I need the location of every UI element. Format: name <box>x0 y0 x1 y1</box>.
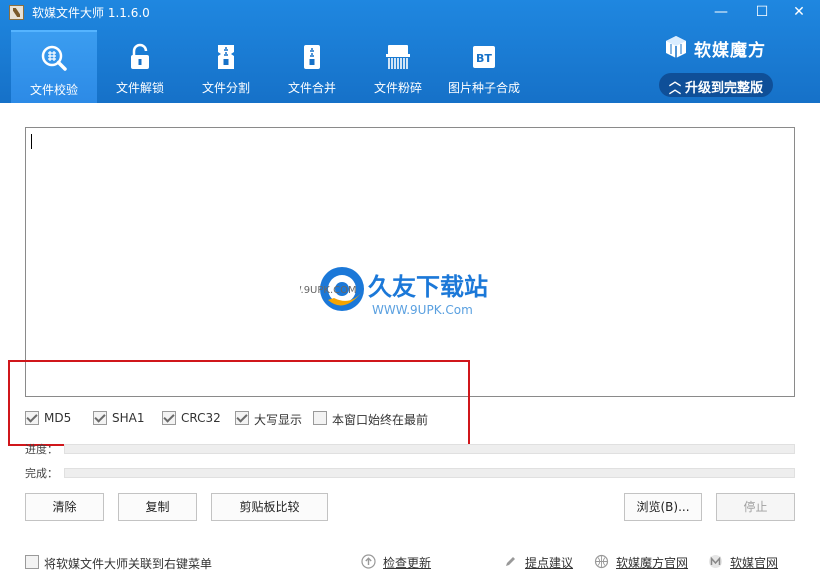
checkbox-box[interactable] <box>313 411 327 425</box>
checkbox-label: CRC32 <box>181 411 221 425</box>
brand: 软媒魔方 <box>660 34 780 61</box>
link-label: 软媒官网 <box>730 556 779 570</box>
progress-bar <box>64 444 795 454</box>
svg-text:BT: BT <box>476 52 492 65</box>
watermark-url-left: WWW.9UPK.COM <box>300 285 357 296</box>
tab-file-verify[interactable]: 文件校验 <box>11 30 97 103</box>
text-caret <box>31 134 32 149</box>
checkbox-box[interactable] <box>162 411 176 425</box>
pencil-icon <box>506 557 515 566</box>
maximize-button[interactable]: ☐ <box>748 2 776 22</box>
double-chevron-up-icon: ︿ ︿ <box>669 74 682 96</box>
progress-label: 进度： <box>25 443 58 456</box>
link-label: 提点建议 <box>525 556 574 570</box>
zip-split-icon <box>218 45 234 69</box>
cube-logo-icon <box>666 36 686 58</box>
tab-file-shred[interactable]: 文件粉碎 <box>355 30 441 103</box>
tab-label: 文件分割 <box>201 81 250 95</box>
arrow-up-circle-icon <box>361 554 376 569</box>
window-title: 软媒文件大师 1.1.6.0 <box>32 6 150 20</box>
tab-file-split[interactable]: 文件分割 <box>183 30 269 103</box>
copy-button[interactable]: 复制 <box>118 493 197 521</box>
close-button[interactable]: ✕ <box>785 2 813 22</box>
clear-button[interactable]: 清除 <box>25 493 104 521</box>
watermark-title: 久友下载站 <box>368 273 488 301</box>
clipboard-compare-button[interactable]: 剪贴板比较 <box>211 493 328 521</box>
tab-label: 文件粉碎 <box>373 81 422 95</box>
done-label: 完成： <box>25 467 58 480</box>
watermark-logo: WWW.9UPK.COM 久友下载站 WWW.9UPK.Com <box>300 248 525 330</box>
bt-icon: BT <box>473 46 495 68</box>
checkbox-label: 将软媒文件大师关联到右键菜单 <box>44 557 213 571</box>
checkbox-label: 大写显示 <box>254 413 303 427</box>
tab-file-merge[interactable]: 文件合并 <box>269 30 355 103</box>
tab-image-torrent[interactable]: BT 图片种子合成 <box>441 30 527 103</box>
ruanmei-m-icon <box>709 555 722 568</box>
zip-merge-icon <box>304 45 320 69</box>
globe-icon <box>594 554 609 569</box>
checkbox-box[interactable] <box>235 411 249 425</box>
shredder-icon <box>386 45 410 69</box>
watermark-url: WWW.9UPK.Com <box>372 303 473 317</box>
tab-label: 文件校验 <box>29 83 78 97</box>
magnifier-hash-icon <box>41 45 67 71</box>
tab-label: 文件合并 <box>287 81 336 95</box>
tab-file-unlock[interactable]: 文件解锁 <box>97 30 183 103</box>
link-label: 检查更新 <box>383 556 432 570</box>
minimize-button[interactable]: — <box>707 2 735 22</box>
app-icon <box>9 5 24 20</box>
checkbox-label: 本窗口始终在最前 <box>332 413 429 427</box>
upgrade-button[interactable]: ︿ ︿ 升级到完整版 <box>659 73 773 97</box>
done-bar <box>64 468 795 478</box>
tab-label: 文件解锁 <box>115 81 164 95</box>
upgrade-label: 升级到完整版 <box>685 81 764 96</box>
checkbox-label: MD5 <box>44 411 72 425</box>
browse-button[interactable]: 浏览(B)... <box>624 493 702 521</box>
checkbox-label: SHA1 <box>112 411 145 425</box>
brand-name: 软媒魔方 <box>694 41 766 61</box>
title-bar: 软媒文件大师 1.1.6.0 — ☐ ✕ <box>0 0 820 24</box>
unlock-icon <box>131 43 149 69</box>
checkbox-box[interactable] <box>93 411 107 425</box>
stop-button[interactable]: 停止 <box>716 493 795 521</box>
tab-label: 图片种子合成 <box>447 81 520 95</box>
checkbox-box[interactable] <box>25 555 39 569</box>
header-bar: 软媒文件大师 1.1.6.0 — ☐ ✕ 文件校验 文件解锁 文件分割 文件合并… <box>0 0 820 103</box>
annotation-highlight-frame <box>8 360 470 446</box>
link-label: 软媒魔方官网 <box>616 556 689 570</box>
checkbox-box[interactable] <box>25 411 39 425</box>
